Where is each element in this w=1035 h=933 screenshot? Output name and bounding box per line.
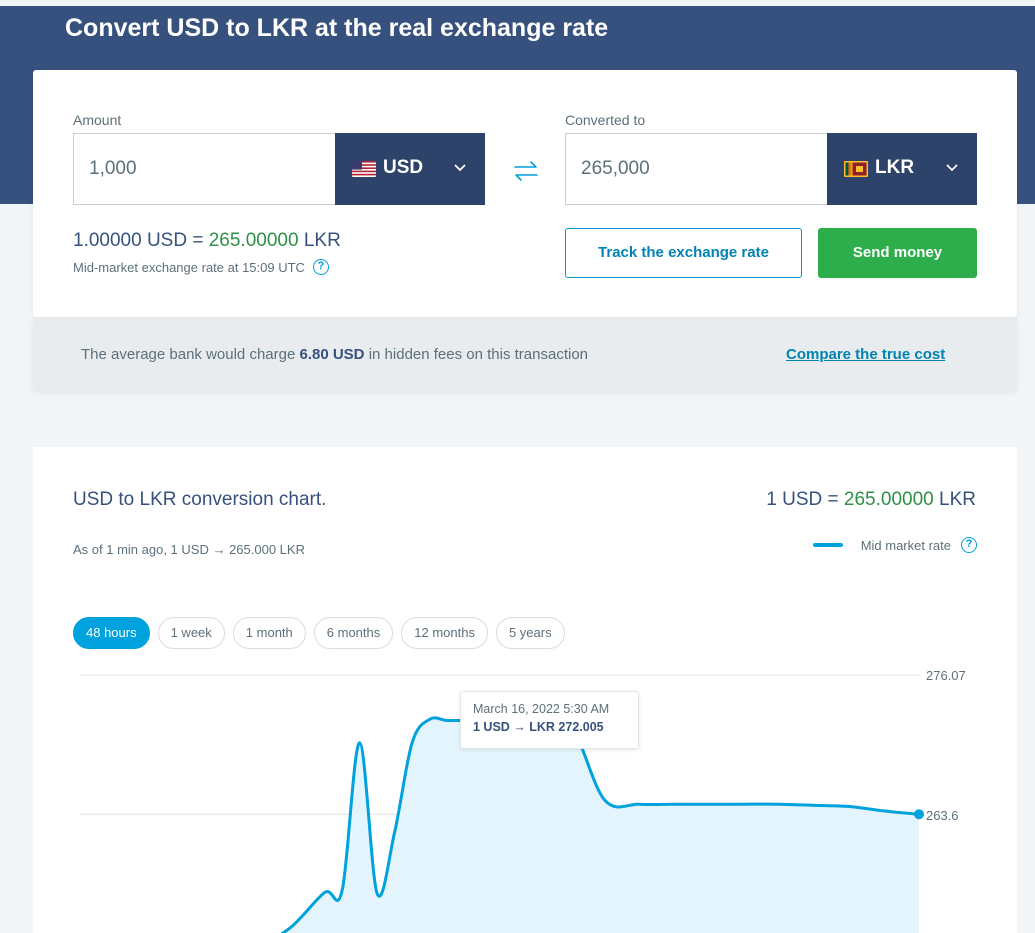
chevron-down-icon <box>945 160 959 174</box>
tooltip-value: 1 USD → LKR 272.005 <box>473 720 604 734</box>
mid-market-note: Mid-market exchange rate at 15:09 UTC ? <box>73 259 329 275</box>
amount-label: Amount <box>73 112 122 128</box>
track-rate-button[interactable]: Track the exchange rate <box>565 228 802 278</box>
converted-label: Converted to <box>565 112 646 128</box>
rate-from: 1.00000 USD = <box>73 230 204 251</box>
mid-market-text: Mid-market exchange rate at 15:09 UTC <box>73 259 305 275</box>
converted-value: 265,000 <box>581 158 650 179</box>
y-tick-label: 276.07 <box>926 668 966 683</box>
fees-prefix: The average bank would charge <box>81 346 296 363</box>
us-flag-icon <box>352 161 376 177</box>
rate-value: 265.00000 <box>208 230 299 251</box>
tooltip-date: March 16, 2022 5:30 AM <box>473 702 610 716</box>
chart-tooltip: March 16, 2022 5:30 AM 1 USD → LKR 272.0… <box>460 691 639 749</box>
converted-input[interactable]: 265,000 <box>565 133 828 205</box>
amount-value: 1,000 <box>89 158 137 179</box>
question-circle-icon[interactable]: ? <box>312 259 329 275</box>
chevron-down-icon <box>453 160 467 174</box>
fees-amount: 6.80 USD <box>299 346 365 363</box>
compare-true-cost-link[interactable]: Compare the true cost <box>786 346 945 363</box>
hidden-fees-banner: The average bank would charge 6.80 USD i… <box>33 318 1017 390</box>
hidden-fees-text: The average bank would charge 6.80 USD i… <box>81 346 588 363</box>
exchange-rate-line: 1.00000 USD = 265.00000 LKR <box>73 230 341 252</box>
sri-lanka-flag-icon <box>844 161 868 177</box>
rate-to: LKR <box>303 230 341 251</box>
from-currency-code: USD <box>383 157 424 178</box>
to-currency-code: LKR <box>875 157 915 178</box>
amount-input[interactable]: 1,000 <box>73 133 336 205</box>
page-title: Convert USD to LKR at the real exchange … <box>65 14 609 42</box>
send-money-button[interactable]: Send money <box>818 228 977 278</box>
rate-chart-plot[interactable] <box>33 447 1017 933</box>
to-currency-select[interactable]: LKR <box>827 133 977 205</box>
y-tick-label: 263.6 <box>926 808 959 824</box>
fees-suffix: in hidden fees on this transaction <box>368 346 589 363</box>
swap-icon[interactable] <box>511 160 541 182</box>
from-currency-select[interactable]: USD <box>335 133 485 205</box>
latest-point <box>914 809 924 820</box>
converter-card: Amount 1,000 USD Converted to 265,000 LK… <box>33 70 1017 317</box>
conversion-chart-card: USD to LKR conversion chart. 1 USD = 265… <box>33 447 1017 933</box>
